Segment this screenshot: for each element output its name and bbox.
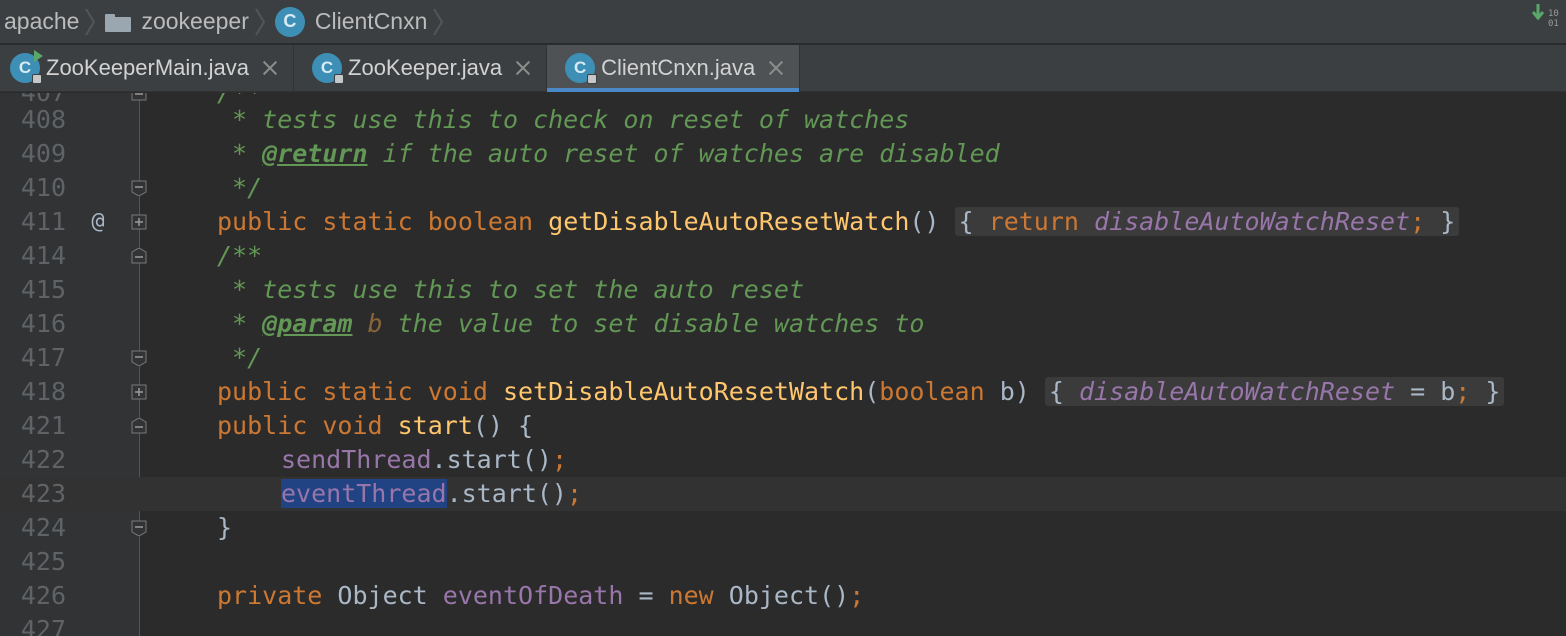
fold-expand-icon[interactable] <box>131 214 147 230</box>
code-line[interactable]: 416 * @param b the value to set disable … <box>0 307 1566 341</box>
vcs-bits-top: 10 <box>1548 9 1559 19</box>
code-text: */ <box>217 343 263 372</box>
code-text: private Object eventOfDeath = new Object… <box>217 581 865 610</box>
line-number: 422 <box>20 445 66 474</box>
fold-end-icon[interactable] <box>131 350 147 366</box>
line-number: 421 <box>20 411 66 440</box>
method-name: getDisableAutoResetWatch <box>548 207 910 236</box>
close-icon[interactable] <box>514 59 532 77</box>
vcs-bits-bottom: 01 <box>1548 19 1559 29</box>
line-number: 416 <box>20 309 66 338</box>
breadcrumb-label: apache <box>4 8 80 34</box>
code-line[interactable]: 415 * tests use this to set the auto res… <box>0 273 1566 307</box>
line-number: 427 <box>20 615 66 636</box>
code-text: /** <box>217 241 263 270</box>
breadcrumb: apache zookeeper C ClientCnxn 10 01 <box>0 0 1566 44</box>
breadcrumb-label: ClientCnxn <box>314 8 428 34</box>
code-line[interactable]: 422 sendThread.start(); <box>0 443 1566 477</box>
breadcrumb-label: zookeeper <box>141 8 249 34</box>
fold-start-icon[interactable] <box>131 93 147 101</box>
code-text: * @param b the value to set disable watc… <box>217 309 925 338</box>
line-number: 408 <box>20 105 66 134</box>
line-number: 417 <box>20 343 66 372</box>
line-number: 423 <box>20 479 66 508</box>
run-icon <box>34 50 43 62</box>
code-text: public static boolean getDisableAutoRese… <box>217 205 1460 239</box>
doc-tag-param: @param <box>262 309 353 338</box>
code-line[interactable]: 410 */ <box>0 171 1566 205</box>
code-text: sendThread.start(); <box>281 445 567 474</box>
line-number: 415 <box>20 275 66 304</box>
class-icon: C <box>312 53 345 84</box>
chevron-right-icon <box>433 7 444 36</box>
code-line[interactable]: 426 private Object eventOfDeath = new Ob… <box>0 579 1566 613</box>
class-icon: C <box>274 6 305 37</box>
fold-start-icon[interactable] <box>131 248 147 264</box>
fold-end-icon[interactable] <box>131 180 147 196</box>
tab-zookeeper[interactable]: C ZooKeeper.java <box>294 45 548 91</box>
code-text: * @return if the auto reset of watches a… <box>217 139 1000 168</box>
code-text: * tests use this to set the auto reset <box>217 275 805 304</box>
line-number: 410 <box>20 173 66 202</box>
code-line[interactable]: 408 * tests use this to check on reset o… <box>0 103 1566 137</box>
breadcrumb-item-apache[interactable]: apache <box>4 0 105 44</box>
code-line[interactable]: 427 <box>0 613 1566 636</box>
code-line[interactable]: 424 } <box>0 511 1566 545</box>
code-line[interactable]: 409 * @return if the auto reset of watch… <box>0 137 1566 171</box>
class-icon: C <box>565 53 598 84</box>
code-text: */ <box>217 173 263 202</box>
line-number: 411 <box>20 207 66 236</box>
close-icon[interactable] <box>767 59 785 77</box>
lock-icon <box>334 74 345 84</box>
code-line[interactable]: 411 @ public static boolean getDisableAu… <box>0 205 1566 239</box>
line-number: 409 <box>20 139 66 168</box>
code-line[interactable]: 425 <box>0 545 1566 579</box>
tab-clientcnxn[interactable]: C ClientCnxn.java <box>547 45 801 92</box>
doc-tag-return: @return <box>262 139 368 168</box>
code-text: public static void setDisableAutoResetWa… <box>217 375 1505 409</box>
fold-end-icon[interactable] <box>131 520 147 536</box>
code-line[interactable]: 417 */ <box>0 341 1566 375</box>
line-number: 418 <box>20 377 66 406</box>
selected-identifier: eventThread <box>281 479 447 508</box>
tab-bar-empty-space <box>800 45 1566 91</box>
code-text: * tests use this to check on reset of wa… <box>217 105 910 134</box>
code-text: public void start() { <box>217 411 534 440</box>
close-icon[interactable] <box>261 59 279 77</box>
line-number: 424 <box>20 513 66 542</box>
fold-start-icon[interactable] <box>131 418 147 434</box>
line-number: 426 <box>20 581 66 610</box>
chevron-right-icon <box>85 7 96 36</box>
breadcrumb-item-clientcnxn[interactable]: C ClientCnxn <box>274 0 454 44</box>
code-editor[interactable]: 407 /** 408 * tests use this to check on… <box>0 93 1566 636</box>
override-marker-icon[interactable]: @ <box>86 205 110 239</box>
chevron-right-icon <box>255 7 266 36</box>
code-line[interactable]: 421 public void start() { <box>0 409 1566 443</box>
lock-icon <box>32 74 42 84</box>
tab-label: ZooKeeper.java <box>348 55 503 80</box>
folder-icon <box>105 12 132 32</box>
tab-zookeepermain[interactable]: C ZooKeeperMain.java <box>0 45 295 91</box>
code-text: eventThread.start(); <box>281 479 583 508</box>
breadcrumb-item-zookeeper[interactable]: zookeeper <box>105 0 274 44</box>
method-name: setDisableAutoResetWatch <box>502 377 865 406</box>
line-number: 414 <box>20 241 66 270</box>
folded-region[interactable]: { return disableAutoWatchReset; } <box>954 207 1460 236</box>
tab-label: ClientCnxn.java <box>601 55 756 80</box>
code-line[interactable]: 418 public static void setDisableAutoRes… <box>0 375 1566 409</box>
fold-expand-icon[interactable] <box>131 384 147 400</box>
class-icon: C <box>10 50 43 84</box>
code-text: } <box>217 513 233 542</box>
vcs-update-icon[interactable]: 10 01 <box>1531 2 1562 38</box>
code-line[interactable]: 414 /** <box>0 239 1566 273</box>
lock-icon <box>587 74 598 84</box>
line-number: 425 <box>20 547 66 576</box>
tab-label: ZooKeeperMain.java <box>46 55 250 80</box>
editor-tab-bar: C ZooKeeperMain.java C ZooKeeper.java C … <box>0 45 1566 92</box>
folded-region[interactable]: { disableAutoWatchReset = b; } <box>1044 377 1505 406</box>
code-line-current[interactable]: 423 eventThread.start(); <box>0 477 1566 511</box>
method-name: start <box>397 411 473 440</box>
